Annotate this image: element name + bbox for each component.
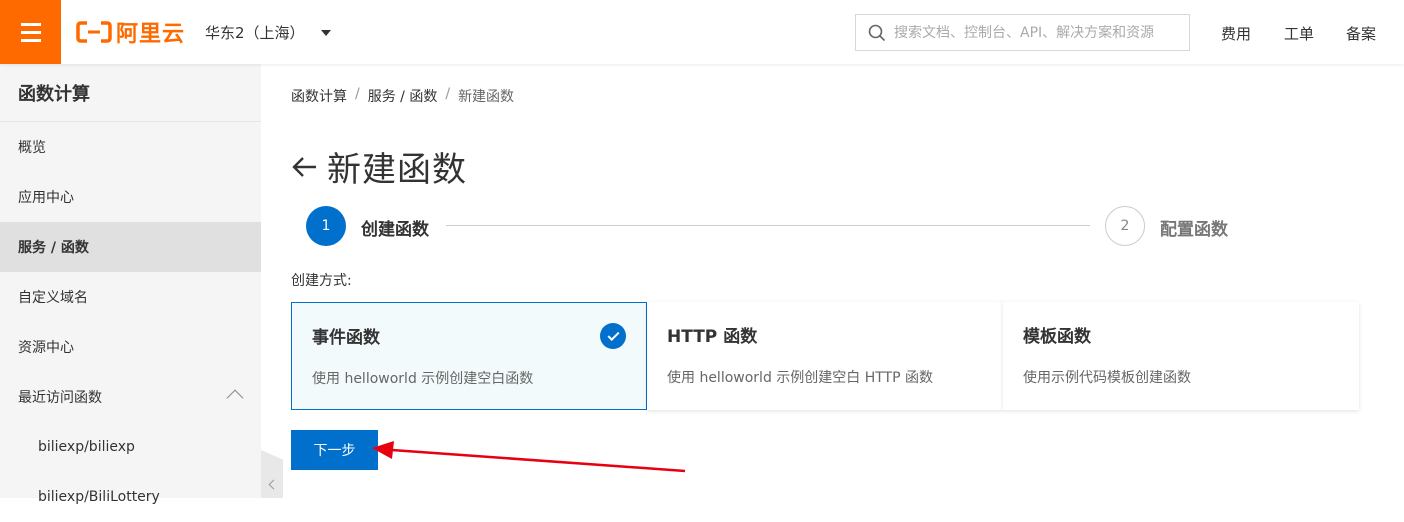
page-header: 新建函数 (291, 142, 467, 191)
recent-function-item[interactable]: biliexp/biliexp (0, 422, 261, 472)
step-number-1: 1 (306, 206, 346, 246)
card-description: 使用 helloworld 示例创建空白 HTTP 函数 (667, 370, 934, 386)
nav-link-icp[interactable]: 备案 (1346, 23, 1376, 44)
arrow-left-icon[interactable] (291, 156, 317, 178)
sidebar-title: 函数计算 (0, 64, 261, 122)
region-selector[interactable]: 华东2（上海） (205, 22, 331, 43)
region-label: 华东2（上海） (205, 24, 305, 42)
breadcrumb-separator: / (445, 86, 451, 102)
chevron-left-icon (268, 479, 279, 489)
breadcrumb-item[interactable]: 服务 / 函数 (368, 86, 438, 106)
creation-mode-label: 创建方式: (291, 273, 352, 289)
breadcrumb-item[interactable]: 函数计算 (291, 86, 347, 106)
option-card-http-function[interactable]: HTTP 函数 使用 helloworld 示例创建空白 HTTP 函数 (647, 302, 1003, 410)
chevron-up-icon[interactable] (226, 389, 244, 407)
sidebar-item-label: 服务 / 函数 (18, 240, 89, 256)
logo-text: 阿里云 (116, 22, 186, 47)
check-circle-icon (600, 323, 626, 349)
sidebar-item-label: 资源中心 (18, 340, 74, 356)
aliyun-logo-icon (76, 21, 112, 43)
sidebar-item-recent-functions[interactable]: 最近访问函数 (0, 372, 261, 422)
card-title: 事件函数 (312, 328, 380, 348)
sidebar-collapse-handle[interactable] (261, 450, 283, 498)
nav-link-fees[interactable]: 费用 (1221, 23, 1251, 44)
option-card-template-function[interactable]: 模板函数 使用示例代码模板创建函数 (1003, 302, 1359, 410)
search-icon (868, 24, 886, 41)
search-input[interactable] (894, 24, 1184, 41)
caret-down-icon (320, 29, 331, 36)
card-description: 使用示例代码模板创建函数 (1023, 370, 1191, 386)
step-label-create: 创建函数 (361, 220, 429, 240)
breadcrumb: 函数计算 / 服务 / 函数 / 新建函数 (291, 86, 514, 106)
creation-mode-options: 事件函数 使用 helloworld 示例创建空白函数 HTTP 函数 使用 h… (291, 302, 1359, 410)
card-title: 模板函数 (1023, 327, 1091, 347)
sidebar-item-label: 概览 (18, 140, 46, 156)
sidebar-item-services-functions[interactable]: 服务 / 函数 (0, 222, 261, 272)
sidebar-item-resource-center[interactable]: 资源中心 (0, 322, 261, 372)
card-description: 使用 helloworld 示例创建空白函数 (312, 371, 534, 387)
sidebar-item-label: 应用中心 (18, 190, 74, 206)
logo[interactable]: 阿里云 (76, 17, 185, 47)
top-bar: 阿里云 华东2（上海） 费用 工单 备案 (0, 0, 1404, 64)
sidebar-item-custom-domain[interactable]: 自定义域名 (0, 272, 261, 322)
step-connector (446, 225, 1090, 226)
card-title: HTTP 函数 (667, 327, 758, 347)
nav-link-tickets[interactable]: 工单 (1284, 23, 1314, 44)
sidebar-item-overview[interactable]: 概览 (0, 122, 261, 172)
menu-icon[interactable] (0, 0, 61, 64)
option-card-event-function[interactable]: 事件函数 使用 helloworld 示例创建空白函数 (291, 302, 647, 410)
step-number-2: 2 (1105, 206, 1145, 246)
search-box[interactable] (855, 14, 1190, 51)
step-indicator: 1 创建函数 2 配置函数 (306, 206, 1246, 246)
page-title: 新建函数 (327, 150, 467, 190)
breadcrumb-current: 新建函数 (458, 89, 515, 105)
recent-function-item[interactable]: biliexp/BiliLottery (0, 472, 261, 522)
step-label-configure: 配置函数 (1160, 220, 1228, 240)
sidebar-item-label: 最近访问函数 (18, 390, 102, 406)
sidebar-item-app-center[interactable]: 应用中心 (0, 172, 261, 222)
breadcrumb-separator: / (355, 86, 360, 102)
sidebar-item-label: 自定义域名 (18, 290, 88, 306)
next-step-button[interactable]: 下一步 (291, 430, 378, 470)
sidebar: 函数计算 概览 应用中心 服务 / 函数 自定义域名 资源中心 最近访问函数 b… (0, 64, 261, 505)
